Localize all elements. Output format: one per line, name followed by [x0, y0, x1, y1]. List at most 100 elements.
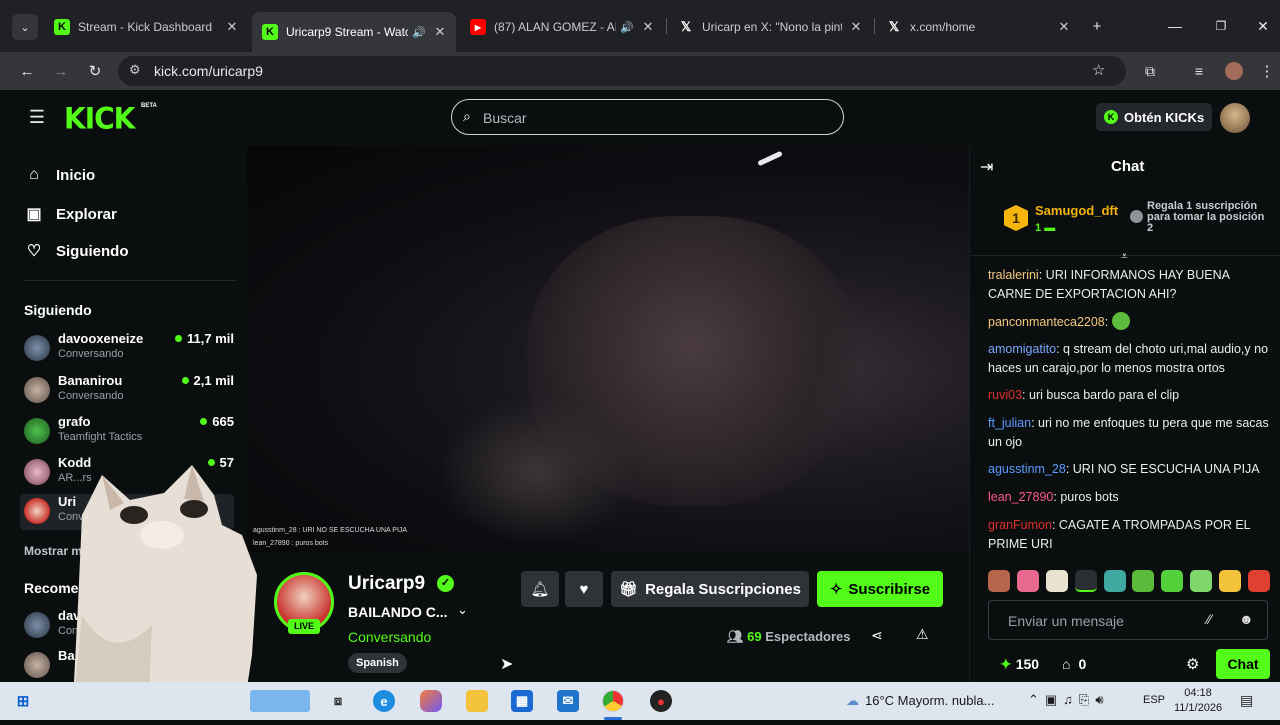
- commands-icon[interactable]: ⁄⁄: [1207, 611, 1212, 627]
- close-icon[interactable]: ✕: [1056, 19, 1072, 35]
- user-avatar[interactable]: [1220, 103, 1250, 133]
- share-icon[interactable]: ⋖: [871, 627, 883, 644]
- speaker-icon[interactable]: 🔊: [412, 26, 426, 39]
- kick-logo[interactable]: KICK: [64, 101, 135, 136]
- close-window-icon[interactable]: ✕: [1250, 13, 1276, 39]
- emote-icon[interactable]: [1132, 570, 1155, 592]
- url-text[interactable]: kick.com/uricarp9: [154, 63, 263, 79]
- obs-icon[interactable]: ●: [650, 690, 672, 712]
- minimize-icon[interactable]: —: [1162, 13, 1188, 39]
- emote-icon[interactable]: [1074, 570, 1097, 592]
- chat-username[interactable]: ft_julian: [988, 416, 1031, 430]
- hamburger-menu-icon[interactable]: ☰: [24, 104, 50, 130]
- profile-avatar[interactable]: [1221, 58, 1247, 84]
- gift-subs-button[interactable]: 🎁︎ Regala Suscripciones: [611, 571, 809, 607]
- chevron-down-icon[interactable]: ⌄: [457, 602, 468, 618]
- notification-center-icon[interactable]: ▤: [1240, 692, 1253, 709]
- video-player[interactable]: agusstinm_28 : URI NO SE ESCUCHA UNA PIJ…: [247, 146, 969, 552]
- emote-icon[interactable]: [1045, 570, 1068, 592]
- windows-start-icon[interactable]: ⊞: [12, 690, 34, 712]
- system-tray-icons[interactable]: ⌃▣♫⎘🔊︎: [1028, 692, 1110, 708]
- vault-counter[interactable]: ⌂ 0: [1062, 656, 1086, 672]
- clock[interactable]: 04:18 11/1/2026: [1172, 686, 1224, 716]
- wallpaper-thumbnail-icon[interactable]: [250, 690, 310, 712]
- chat-username[interactable]: tralalerini: [988, 268, 1039, 282]
- channel-points[interactable]: ✦ 150: [1000, 656, 1039, 673]
- following-channel-bananirou[interactable]: Bananirou Conversando 2,1 mil: [24, 373, 234, 409]
- send-chat-button[interactable]: Chat: [1216, 649, 1270, 679]
- media-control-icon[interactable]: ≡: [1186, 58, 1212, 84]
- sidebar-item-home[interactable]: ⌂ Inicio: [24, 166, 95, 184]
- emote-icon[interactable]: [1016, 570, 1039, 592]
- rank-medal-icon: 1: [1004, 205, 1028, 231]
- new-tab-button[interactable]: +: [1084, 13, 1110, 39]
- heart-icon: ♡: [26, 243, 42, 260]
- browser-tab-0[interactable]: K Stream - Kick Dashboard ✕: [44, 12, 248, 42]
- sidebar-item-following[interactable]: ♡ Siguiendo: [24, 241, 129, 261]
- emote-icon[interactable]: [988, 570, 1010, 592]
- emoji-icon[interactable]: ☻: [1239, 611, 1254, 627]
- follow-button[interactable]: ♥: [565, 571, 603, 607]
- close-icon[interactable]: ✕: [640, 19, 656, 35]
- language-tag[interactable]: Spanish: [348, 653, 407, 673]
- emote-icon[interactable]: [1219, 570, 1241, 592]
- emote-icon[interactable]: [1103, 570, 1126, 592]
- bookmark-star-icon[interactable]: ☆: [1092, 61, 1105, 79]
- report-warning-icon[interactable]: ⚠: [916, 626, 929, 643]
- emote-icon[interactable]: [1190, 570, 1213, 592]
- chat-username[interactable]: lean_27890: [988, 490, 1053, 504]
- browser-tab-4[interactable]: 𝕏 x.com/home ✕: [876, 12, 1080, 42]
- reload-icon[interactable]: ↻: [82, 58, 108, 84]
- x-icon: 𝕏: [888, 19, 900, 34]
- file-explorer-icon[interactable]: [466, 690, 488, 712]
- weather-widget[interactable]: ☁ 16°C Mayorm. nubla...: [846, 693, 994, 709]
- chrome-icon[interactable]: [602, 690, 624, 712]
- subscribe-button[interactable]: ✧ Suscribirse: [817, 571, 943, 607]
- edge-icon[interactable]: e: [373, 690, 395, 712]
- forward-icon[interactable]: →: [48, 58, 74, 84]
- task-view-icon[interactable]: ⧈: [327, 690, 349, 712]
- channel-info-bar: LIVE Uricarp9 ✓ BAILANDO C... ⌄ Conversa…: [247, 552, 969, 682]
- chat-message-input[interactable]: Enviar un mensaje ⁄⁄ ☻: [988, 600, 1268, 640]
- browser-tab-1[interactable]: K Uricarp9 Stream - Watch 🔊 ✕: [252, 12, 456, 52]
- chat-username[interactable]: ruvi03: [988, 388, 1022, 402]
- chat-username[interactable]: panconmanteca2208: [988, 315, 1105, 329]
- get-kicks-button[interactable]: K Obtén KICKs: [1096, 103, 1212, 131]
- collapse-chat-icon[interactable]: ⇥: [980, 157, 993, 177]
- gift-leaderboard[interactable]: 1 Samugod_dft 1 ▬ Regala 1 suscripción p…: [970, 188, 1280, 256]
- close-icon[interactable]: ✕: [224, 19, 240, 35]
- speaker-icon[interactable]: 🔊: [620, 21, 634, 34]
- chat-username[interactable]: agusstinm_28: [988, 462, 1066, 476]
- input-language[interactable]: ESP: [1143, 694, 1165, 706]
- restore-icon[interactable]: ❐: [1208, 13, 1234, 39]
- emote-icon[interactable]: [1247, 570, 1270, 592]
- browser-tab-3[interactable]: 𝕏 Uricarp en X: "Nono la pinta ✕: [668, 12, 872, 42]
- back-icon[interactable]: ←: [14, 58, 40, 84]
- menu-dots-icon[interactable]: ⋮: [1254, 58, 1280, 84]
- stream-category-link[interactable]: Conversando: [348, 629, 431, 645]
- chat-username[interactable]: amomigatito: [988, 342, 1056, 356]
- tab-search-button[interactable]: ⌄: [12, 14, 38, 40]
- address-bar[interactable]: ⚙ kick.com/uricarp9 ☆: [118, 56, 1126, 86]
- mail-icon[interactable]: ✉: [557, 690, 579, 712]
- avatar: [24, 377, 50, 403]
- search-input[interactable]: ⌕ Buscar: [451, 99, 844, 135]
- leader-name[interactable]: Samugod_dft: [1035, 203, 1118, 218]
- following-channel-grafo[interactable]: grafo Teamfight Tactics 665: [24, 414, 234, 450]
- chat-message: granFumon: CAGATE A TROMPADAS POR EL PRI…: [988, 518, 1251, 551]
- emote-icon[interactable]: [1161, 570, 1184, 592]
- close-icon[interactable]: ✕: [432, 24, 448, 40]
- sidebar-item-browse[interactable]: ▣ Explorar: [24, 204, 116, 224]
- chat-settings-gear-icon[interactable]: ⚙: [1186, 655, 1199, 673]
- following-channel-davooxeneize[interactable]: davooxeneize Conversando 11,7 mil: [24, 331, 234, 367]
- site-info-icon[interactable]: ⚙: [129, 62, 141, 78]
- close-icon[interactable]: ✕: [848, 19, 864, 35]
- copilot-icon[interactable]: [420, 690, 442, 712]
- chat-username[interactable]: granFumon: [988, 518, 1052, 532]
- browser-tab-2[interactable]: ▶ (87) ALAN GOMEZ - ARE 🔊 ✕: [460, 12, 664, 42]
- microsoft-store-icon[interactable]: ▦: [511, 690, 533, 712]
- extensions-icon[interactable]: ⧉: [1137, 58, 1163, 84]
- notification-bell-button[interactable]: 🔔︎: [521, 571, 559, 607]
- channel-name[interactable]: Uricarp9: [348, 573, 425, 595]
- scroll-down-icon[interactable]: ⩡: [1121, 249, 1128, 264]
